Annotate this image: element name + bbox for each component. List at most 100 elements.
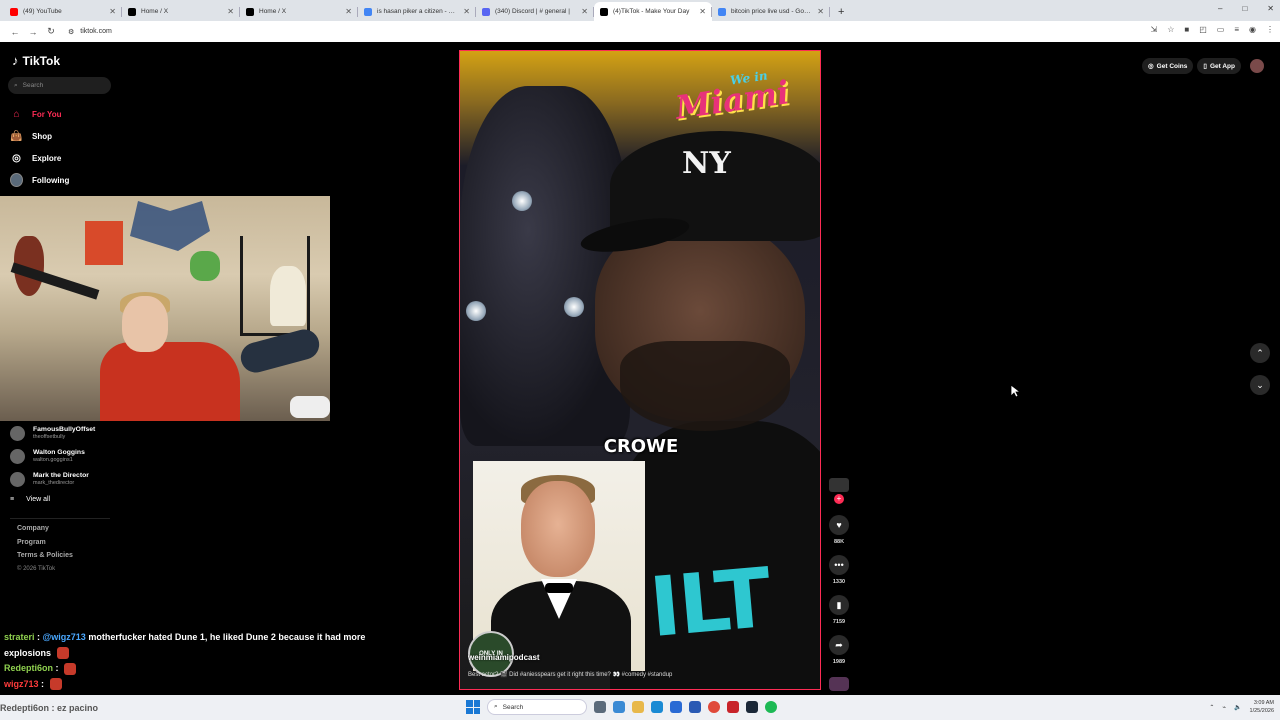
sidebar-item-for-you[interactable]: ⌂ For You: [10, 103, 69, 125]
sidebar-item-following[interactable]: Following: [10, 169, 69, 191]
follow-plus-icon[interactable]: +: [834, 494, 844, 504]
spotify-icon[interactable]: [765, 701, 777, 713]
following-account[interactable]: FamousBullyOffset theoffsetbully: [10, 422, 95, 445]
windows-start-icon[interactable]: [466, 700, 480, 714]
next-video-chevron-down-icon[interactable]: ⌄: [1250, 375, 1270, 395]
taskbar-search[interactable]: ⌕ Search: [487, 699, 587, 715]
browser-tab[interactable]: Home / X ✕: [240, 2, 358, 21]
following-account[interactable]: Mark the Director mark_thedirector: [10, 468, 95, 491]
get-coins-button[interactable]: ◎ Get Coins: [1142, 58, 1194, 74]
sidebar-footer: Company Program Terms & Policies © 2026 …: [17, 525, 73, 579]
tab-close-icon[interactable]: ✕: [581, 7, 588, 16]
account-handle: walton.goggins1: [33, 457, 73, 463]
sidebar-item-shop[interactable]: 👜 Shop: [10, 125, 69, 147]
sidebar-item-label: For You: [32, 109, 62, 119]
time: 3:09 AM: [1253, 700, 1274, 706]
bookmark-icon[interactable]: ▮: [829, 595, 849, 615]
comment-count: 1330: [832, 579, 846, 585]
browser-tab[interactable]: (340) Discord | # general | ✕: [476, 2, 594, 21]
emote-icon: [56, 647, 69, 660]
site-info-icon[interactable]: ⚙: [68, 28, 74, 36]
chair-stud: [466, 301, 486, 321]
video-username[interactable]: weinmiamipodcast: [468, 653, 540, 662]
reload-icon[interactable]: ↻: [42, 26, 60, 37]
chat-ticker: Redepti6on : ez pacino: [0, 703, 99, 713]
search-placeholder: Search: [22, 82, 44, 89]
tab-close-icon[interactable]: ✕: [227, 7, 234, 16]
chevron-up-icon[interactable]: ⌃: [1209, 704, 1214, 711]
url-text: tiktok.com: [80, 28, 112, 35]
sidebar-icon[interactable]: ▭: [1217, 25, 1225, 34]
volume-icon[interactable]: 🔈: [1234, 704, 1241, 711]
footer-link-company[interactable]: Company: [17, 525, 73, 539]
logo-text: TikTok: [22, 53, 61, 68]
new-tab-button[interactable]: +: [838, 6, 844, 18]
tab-close-icon[interactable]: ✕: [345, 7, 352, 16]
mail-icon[interactable]: [689, 701, 701, 713]
sidebar-item-explore[interactable]: ◎ Explore: [10, 147, 69, 169]
tab-close-icon[interactable]: ✕: [109, 7, 116, 16]
tab-title: (340) Discord | # general |: [495, 8, 570, 15]
previous-video-chevron-up-icon[interactable]: ⌃: [1250, 343, 1270, 363]
mouse-cursor-icon: [1010, 384, 1020, 398]
profile-icon[interactable]: ◉: [1249, 25, 1256, 34]
browser-tab[interactable]: bitcoin price live usd - Google ✕: [712, 2, 830, 21]
clock[interactable]: 3:09 AM 1/25/2026: [1250, 699, 1274, 715]
browser-tab[interactable]: is hasan piker a citizen - Goog ✕: [358, 2, 476, 21]
emote-icon: [64, 662, 77, 675]
action-rail: + ♥ 88K ••• 1330 ▮ 7159 ➦ 1989: [828, 478, 850, 691]
chat-username: strateri: [4, 632, 35, 642]
chrome-icon[interactable]: [708, 701, 720, 713]
tab-close-icon[interactable]: ✕: [817, 7, 824, 16]
footer-link-program[interactable]: Program: [17, 539, 73, 553]
network-icon[interactable]: ⌁: [1222, 704, 1226, 711]
tab-close-icon[interactable]: ✕: [463, 7, 470, 16]
extension-toolbar: ⇲ ☆ ■ ◰ ▭ ≡ ◉ ⋮: [1151, 25, 1275, 34]
comment-icon[interactable]: •••: [829, 555, 849, 575]
file-explorer-icon[interactable]: [632, 701, 644, 713]
edge-icon[interactable]: [651, 701, 663, 713]
browser-tab[interactable]: (49) YouTube ✕: [4, 2, 122, 21]
share-count: 1989: [832, 659, 846, 665]
url-field[interactable]: ⚙ tiktok.com: [68, 28, 112, 36]
store-icon[interactable]: [670, 701, 682, 713]
tab-close-icon[interactable]: ✕: [699, 7, 706, 16]
back-icon[interactable]: ←: [6, 27, 24, 37]
close-window-icon[interactable]: ✕: [1267, 4, 1274, 13]
browser-tab[interactable]: (4)TikTok - Make Your Day ✕: [594, 2, 712, 21]
browser-tab[interactable]: Home / X ✕: [122, 2, 240, 21]
bookmark-star-icon[interactable]: ☆: [1167, 25, 1174, 34]
share-arrow-icon[interactable]: ➦: [829, 635, 849, 655]
like-heart-icon[interactable]: ♥: [829, 515, 849, 535]
steam-icon[interactable]: [746, 701, 758, 713]
copilot-icon[interactable]: [613, 701, 625, 713]
coin-icon: ◎: [1148, 63, 1154, 70]
app-icon[interactable]: [727, 701, 739, 713]
home-icon: ⌂: [13, 108, 20, 120]
maximize-icon[interactable]: □: [1242, 4, 1247, 13]
extensions-puzzle-icon[interactable]: ◰: [1199, 25, 1207, 34]
music-disc-icon[interactable]: [829, 677, 849, 691]
search-input[interactable]: ⌕ Search: [8, 77, 111, 94]
browser-menu-icon[interactable]: ⋮: [1266, 25, 1274, 34]
windows-taskbar: Redepti6on : ez pacino ⌕ Search ⌃ ⌁ 🔈 3:…: [0, 695, 1280, 720]
media-icon[interactable]: ≡: [1234, 25, 1239, 34]
video-player[interactable]: We in Miami ILT NY CROWE ONLY IN weinmia…: [459, 50, 821, 690]
forward-icon[interactable]: →: [24, 27, 42, 37]
following-account[interactable]: Walton Goggins walton.goggins1: [10, 445, 95, 468]
install-icon[interactable]: ⇲: [1151, 25, 1158, 34]
creator-avatar[interactable]: [829, 478, 849, 492]
extension-icon[interactable]: ■: [1184, 25, 1189, 34]
task-view-icon[interactable]: [594, 701, 606, 713]
tiktok-note-icon: ♪: [12, 53, 19, 68]
list-icon: ≡: [10, 495, 15, 503]
tiktok-logo[interactable]: ♪ TikTok: [12, 53, 60, 68]
minimize-icon[interactable]: –: [1218, 4, 1222, 13]
footer-link-terms[interactable]: Terms & Policies: [17, 552, 73, 566]
get-app-button[interactable]: ▯ Get App: [1197, 58, 1241, 74]
user-avatar[interactable]: [1250, 59, 1264, 73]
tab-title: (4)TikTok - Make Your Day: [613, 8, 690, 15]
tab-favicon-icon: [128, 7, 136, 16]
view-all-button[interactable]: ≡ View all: [10, 491, 95, 507]
beard: [620, 341, 790, 431]
